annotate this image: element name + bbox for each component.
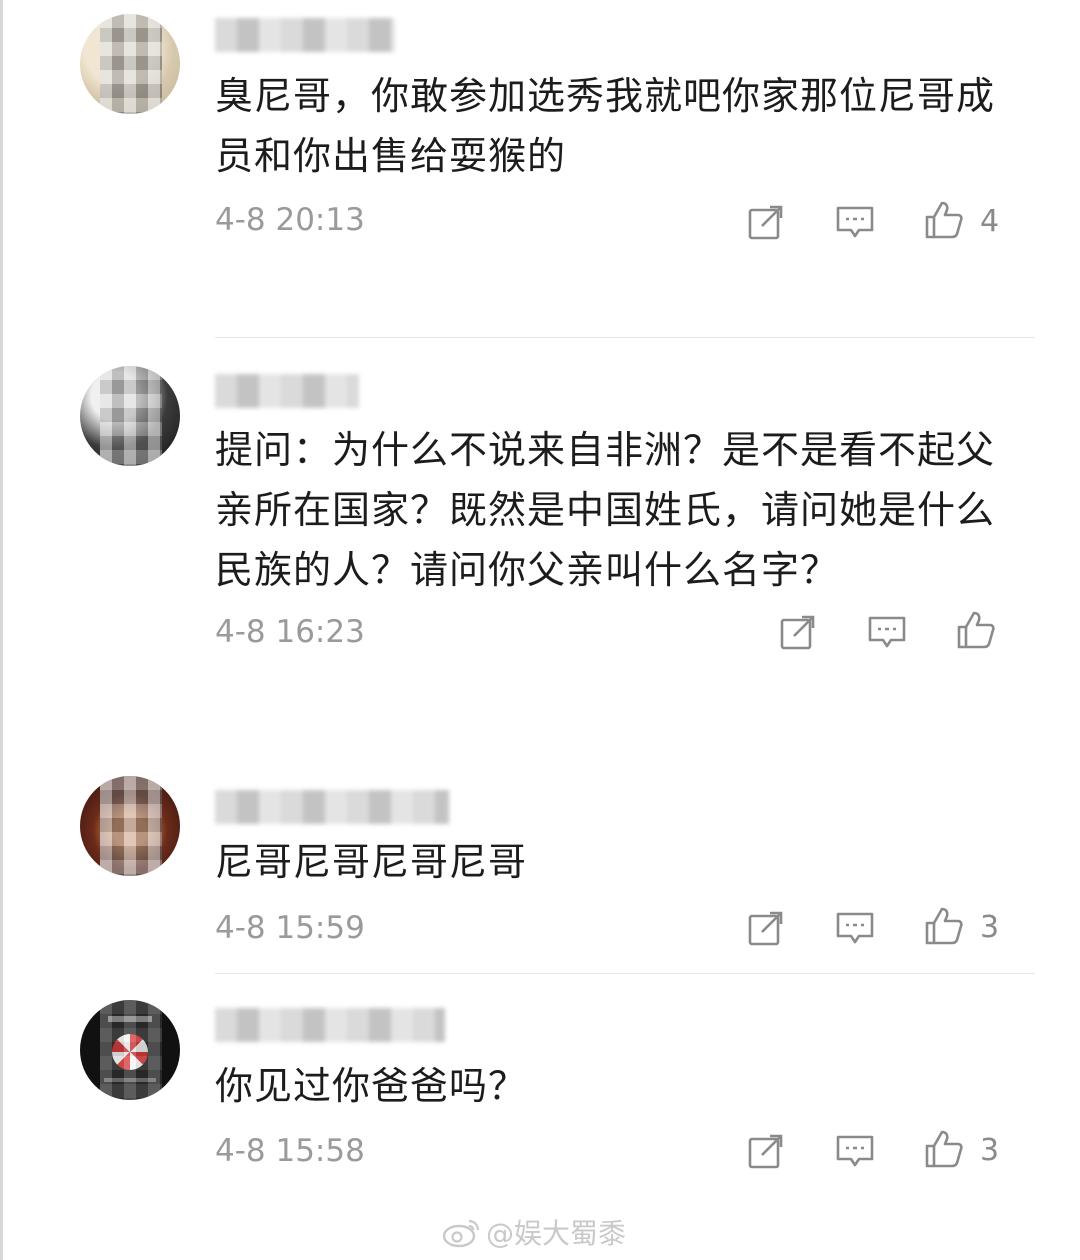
avatar[interactable]: [80, 366, 180, 466]
like-button[interactable]: [924, 906, 964, 946]
comment-text: 你见过你爸爸吗？: [215, 1064, 528, 1108]
share-icon: [780, 615, 815, 650]
thumbs-up-icon: [925, 1130, 963, 1168]
share-icon: [748, 1134, 783, 1169]
avatar-mosaic: [100, 14, 162, 114]
like-button[interactable]: [956, 610, 996, 650]
avatar-mosaic: [100, 776, 162, 876]
reply-button[interactable]: [835, 1131, 875, 1171]
thumbs-up-icon: [925, 907, 963, 945]
share-icon: [748, 205, 783, 240]
reply-button[interactable]: [835, 908, 875, 948]
reply-button[interactable]: [835, 202, 875, 242]
share-button[interactable]: [778, 612, 818, 652]
username-blurred[interactable]: [215, 18, 395, 52]
comment-time: 4-8 16:23: [215, 614, 365, 650]
comment-text: 臭尼哥，你敢参加选秀我就吧你家那位尼哥成员和你出售给耍猴的: [215, 74, 996, 178]
comment-text: 提问：为什么不说来自非洲？是不是看不起父亲所在国家？既然是中国姓氏，请问她是什么…: [215, 428, 996, 592]
like-button[interactable]: [924, 1129, 964, 1169]
watermark: @娱大蜀黍: [442, 1212, 626, 1252]
username-blurred[interactable]: [215, 790, 449, 824]
comment-icon: [868, 616, 906, 648]
comment-time: 4-8 15:59: [215, 910, 365, 946]
like-count: 3: [980, 910, 1000, 945]
comment-icon: [836, 912, 874, 944]
watermark-text: @娱大蜀黍: [486, 1217, 627, 1250]
weibo-logo-icon: [442, 1219, 480, 1248]
share-button[interactable]: [746, 1131, 786, 1171]
share-button[interactable]: [746, 908, 786, 948]
divider: [215, 973, 1035, 974]
like-count: 3: [980, 1133, 1000, 1168]
username-blurred[interactable]: [215, 374, 359, 408]
avatar-mosaic: [100, 366, 162, 466]
thumbs-up-icon: [925, 201, 963, 239]
comment-icon: [836, 206, 874, 238]
left-edge: [0, 0, 3, 1260]
share-icon: [748, 911, 783, 946]
share-button[interactable]: [746, 202, 786, 242]
comment-text: 尼哥尼哥尼哥尼哥: [215, 840, 528, 884]
avatar[interactable]: [80, 14, 180, 114]
thumbs-up-icon: [957, 611, 995, 649]
avatar[interactable]: [80, 776, 180, 876]
reply-button[interactable]: [867, 612, 907, 652]
divider: [215, 337, 1035, 338]
comment-icon: [836, 1135, 874, 1167]
avatar-mosaic: [100, 1000, 162, 1100]
like-button[interactable]: [924, 200, 964, 240]
comment-time: 4-8 20:13: [215, 202, 365, 238]
username-blurred[interactable]: [215, 1008, 445, 1042]
comment-time: 4-8 15:58: [215, 1133, 365, 1169]
avatar[interactable]: [80, 1000, 180, 1100]
like-count: 4: [980, 204, 1000, 239]
